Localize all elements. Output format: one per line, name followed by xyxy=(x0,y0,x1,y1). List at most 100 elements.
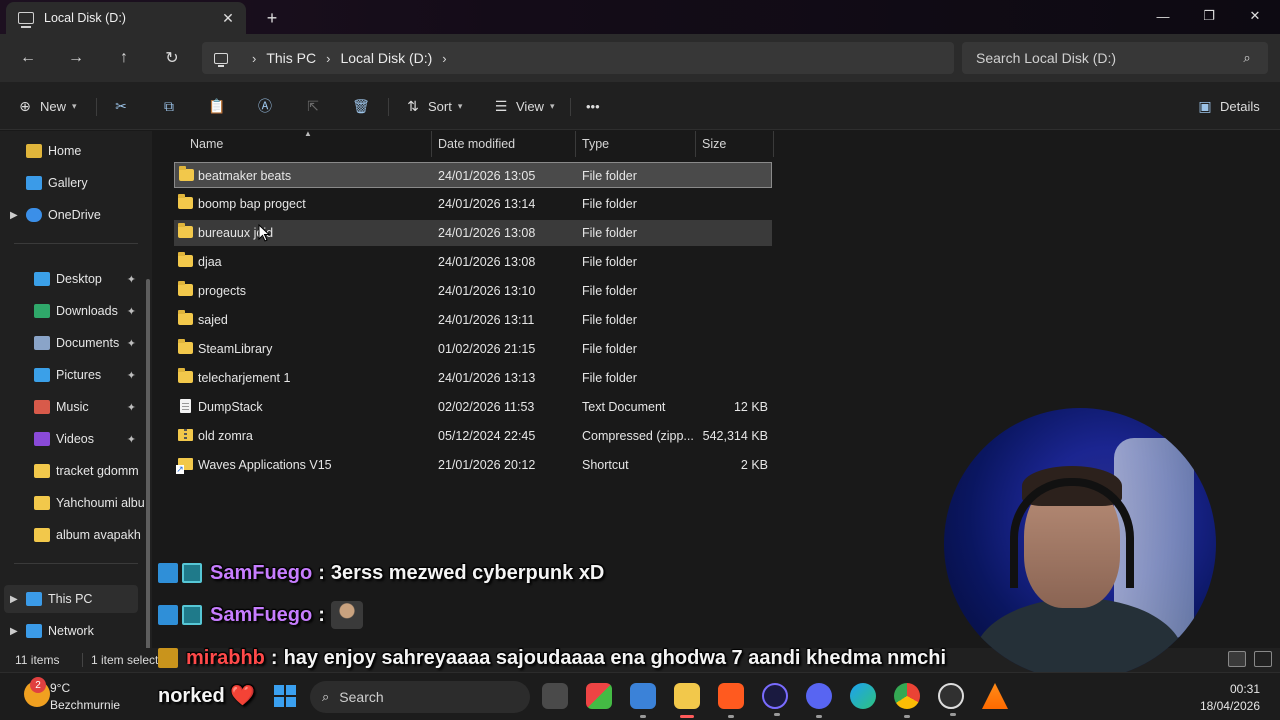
file-row[interactable]: SteamLibrary 01/02/2026 21:15 File folde… xyxy=(174,336,772,362)
search-input[interactable] xyxy=(976,50,1236,66)
sort-button[interactable]: ⇅ Sort ▾ xyxy=(404,94,462,118)
pin-icon[interactable]: ✦ xyxy=(127,337,136,350)
file-row[interactable]: DumpStack 02/02/2026 11:53 Text Document… xyxy=(174,394,772,420)
moderator-badge-icon xyxy=(158,605,178,625)
obs-icon[interactable] xyxy=(762,683,788,716)
taskbar-search[interactable]: ⌕ Search xyxy=(310,681,530,713)
task-view-icon[interactable] xyxy=(542,683,568,709)
back-arrow-icon[interactable]: ← xyxy=(14,44,42,72)
sidebar-item-onedrive[interactable]: ▶ OneDrive xyxy=(0,201,150,229)
details-pane-button[interactable]: ▣ Details xyxy=(1196,94,1260,118)
file-row[interactable]: telecharjement 1 24/01/2026 13:13 File f… xyxy=(174,365,772,391)
rename-button[interactable]: Ⓐ xyxy=(256,94,280,118)
more-options-button[interactable]: ••• xyxy=(586,94,600,118)
windows-start-icon[interactable] xyxy=(274,685,296,707)
discord-icon[interactable] xyxy=(806,683,832,718)
file-row[interactable]: sajed 24/01/2026 13:11 File folder xyxy=(174,307,772,333)
column-divider[interactable] xyxy=(431,131,432,157)
search-box[interactable]: ⌕ xyxy=(962,42,1268,74)
restore-button[interactable]: ❐ xyxy=(1186,2,1232,30)
pc-icon xyxy=(26,592,42,606)
file-row[interactable]: Waves Applications V15 21/01/2026 20:12 … xyxy=(174,452,772,478)
share-button[interactable]: ⇱ xyxy=(304,94,328,118)
chevron-right-icon[interactable]: ▶ xyxy=(10,594,26,605)
chevron-right-icon[interactable]: › xyxy=(252,51,256,66)
headset-image xyxy=(1010,478,1134,588)
up-arrow-icon[interactable]: ↑ xyxy=(110,44,138,72)
cut-button[interactable]: ✂ xyxy=(112,94,136,118)
pin-icon[interactable]: ✦ xyxy=(127,305,136,318)
chevron-down-icon: ▾ xyxy=(72,100,77,111)
chrome-icon[interactable] xyxy=(894,683,920,718)
close-tab-icon[interactable]: ✕ xyxy=(216,6,240,30)
breadcrumb-this-pc[interactable]: This PC xyxy=(266,50,316,66)
chevron-right-icon[interactable]: › xyxy=(442,51,446,66)
tiles-view-icon[interactable] xyxy=(1254,651,1272,667)
pin-icon[interactable]: ✦ xyxy=(127,433,136,446)
chat-message: mirabhb : hay enjoy sahreyaaaa sajoudaaa… xyxy=(158,640,1018,676)
file-row[interactable]: beatmaker beats 24/01/2026 13:05 File fo… xyxy=(174,162,772,188)
store-icon[interactable] xyxy=(630,683,656,718)
column-header-type[interactable]: Type xyxy=(582,131,609,157)
edge-browser-icon[interactable] xyxy=(850,683,876,709)
pin-icon[interactable]: ✦ xyxy=(127,401,136,414)
tab-local-disk[interactable]: Local Disk (D:) ✕ xyxy=(6,2,246,34)
file-row[interactable]: boomp bap progect 24/01/2026 13:14 File … xyxy=(174,191,772,217)
close-window-button[interactable]: ✕ xyxy=(1232,2,1278,30)
crown-badge-icon xyxy=(158,648,178,668)
rename-icon: Ⓐ xyxy=(258,98,272,114)
minimize-button[interactable]: — xyxy=(1140,2,1186,30)
sidebar-item-album-avapakh[interactable]: album avapakh xyxy=(0,521,150,549)
search-icon[interactable]: ⌕ xyxy=(1236,50,1258,66)
sidebar-item-pictures[interactable]: Pictures ✦ xyxy=(0,361,150,389)
new-button[interactable]: ⊕ New ▾ xyxy=(16,94,77,118)
sidebar-item-gallery[interactable]: Gallery xyxy=(0,169,150,197)
sidebar-item-music[interactable]: Music ✦ xyxy=(0,393,150,421)
new-tab-icon[interactable]: + xyxy=(260,6,284,30)
sidebar-item-desktop[interactable]: Desktop ✦ xyxy=(0,265,150,293)
chat-username: SamFuego xyxy=(210,561,313,584)
sidebar-item-yahchoumi[interactable]: Yahchoumi albu xyxy=(0,489,150,517)
sidebar-scrollbar[interactable] xyxy=(146,279,150,699)
column-header-date[interactable]: Date modified xyxy=(438,131,515,157)
view-button[interactable]: ☰ View ▾ xyxy=(492,94,555,118)
sidebar-item-network[interactable]: ▶ Network xyxy=(0,617,150,645)
chevron-right-icon[interactable]: ▶ xyxy=(10,626,26,637)
forward-arrow-icon[interactable]: → xyxy=(62,44,90,72)
chevron-right-icon[interactable]: ▶ xyxy=(10,210,26,221)
pin-icon[interactable]: ✦ xyxy=(127,273,136,286)
column-header-size[interactable]: Size xyxy=(702,131,726,157)
address-bar[interactable]: › This PC › Local Disk (D:) › xyxy=(202,42,954,74)
file-type: File folder xyxy=(582,255,637,269)
obs-studio-icon[interactable] xyxy=(938,683,964,716)
file-row[interactable]: progects 24/01/2026 13:10 File folder xyxy=(174,278,772,304)
column-divider[interactable] xyxy=(575,131,576,157)
refresh-icon[interactable]: ↻ xyxy=(158,44,186,72)
sidebar-item-documents[interactable]: Documents ✦ xyxy=(0,329,150,357)
sidebar-item-downloads[interactable]: Downloads ✦ xyxy=(0,297,150,325)
column-divider[interactable] xyxy=(695,131,696,157)
delete-button[interactable]: 🗑 xyxy=(352,94,376,118)
weather-temperature: 9°C xyxy=(50,681,71,695)
chevron-right-icon[interactable]: › xyxy=(326,51,330,66)
copy-button[interactable]: ⧉ xyxy=(160,94,184,118)
brave-browser-icon[interactable] xyxy=(718,683,744,718)
chevron-down-icon: ▾ xyxy=(549,100,555,111)
widgets-icon[interactable] xyxy=(586,683,612,709)
column-divider[interactable] xyxy=(773,131,774,157)
sidebar-item-tracket-gdomm[interactable]: tracket gdomm xyxy=(0,457,150,485)
sidebar-item-videos[interactable]: Videos ✦ xyxy=(0,425,150,453)
column-header-name[interactable]: Name xyxy=(190,131,223,157)
details-label: Details xyxy=(1220,98,1260,114)
file-row[interactable]: old zomra 05/12/2024 22:45 Compressed (z… xyxy=(174,423,772,449)
sidebar-item-home[interactable]: Home xyxy=(0,137,150,165)
item-count: 11 items xyxy=(15,653,60,667)
sidebar-item-this-pc[interactable]: ▶ This PC xyxy=(4,585,138,613)
details-view-icon[interactable] xyxy=(1228,651,1246,667)
system-clock[interactable]: 00:31 18/04/2026 xyxy=(1200,681,1260,715)
paste-button[interactable]: 📋 xyxy=(208,94,232,118)
file-explorer-icon[interactable] xyxy=(674,683,700,718)
breadcrumb-local-disk[interactable]: Local Disk (D:) xyxy=(340,50,432,66)
pin-icon[interactable]: ✦ xyxy=(127,369,136,382)
file-row[interactable]: djaa 24/01/2026 13:08 File folder xyxy=(174,249,772,275)
